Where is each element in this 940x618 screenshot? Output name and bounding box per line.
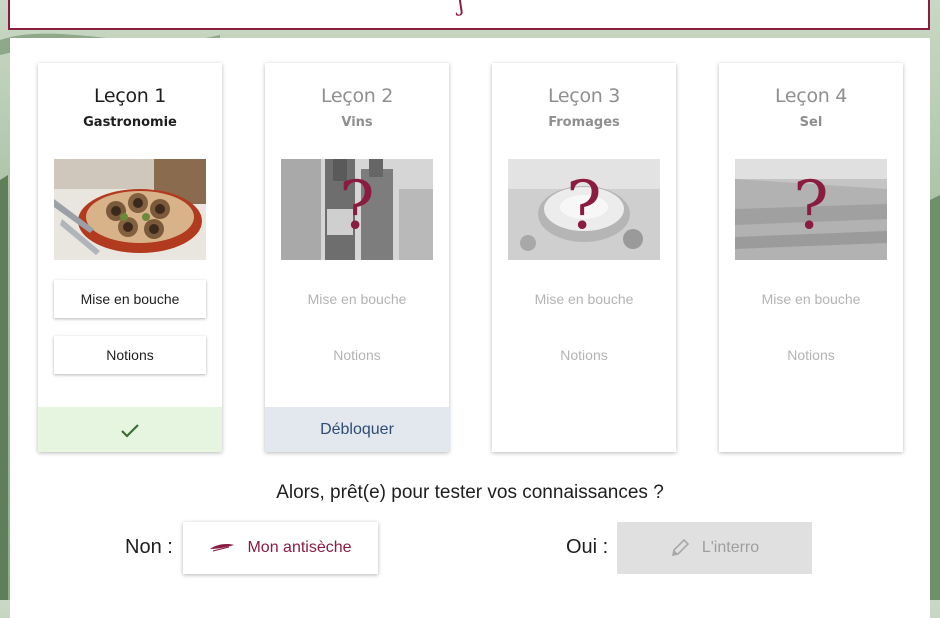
mise-en-bouche-button: Mise en bouche — [735, 280, 887, 318]
lessons-panel: Leçon 1 Gastronomie Mise en bouche Notio… — [10, 38, 930, 618]
lesson-subtitle: Gastronomie — [83, 115, 177, 130]
locked-question-mark: ? — [339, 167, 375, 244]
banner-logo-fragment: ʃ — [458, 0, 464, 17]
lesson-subtitle: Fromages — [548, 115, 620, 130]
lesson-image-wine-locked: ? — [281, 159, 433, 260]
lesson-card-4: Leçon 4 Sel ? Mise en bouche Notions — [719, 63, 903, 452]
no-label: Non : — [125, 536, 173, 558]
check-icon — [121, 423, 139, 438]
lesson-title: Leçon 4 — [774, 85, 848, 107]
pencil-icon — [671, 538, 689, 557]
lesson-subtitle: Sel — [799, 115, 823, 130]
lesson-image-escargots — [54, 159, 206, 260]
cheat-sheet-label: Mon antisèche — [247, 539, 352, 556]
lesson-title: Leçon 2 — [320, 85, 394, 107]
notions-button: Notions — [281, 336, 433, 374]
lesson-title: Leçon 3 — [547, 85, 621, 107]
mise-en-bouche-button: Mise en bouche — [281, 280, 433, 318]
quill-icon — [210, 544, 235, 552]
notions-button: Notions — [735, 336, 887, 374]
locked-question-mark: ? — [566, 167, 602, 244]
lesson-card-1: Leçon 1 Gastronomie Mise en bouche Notio… — [38, 63, 222, 452]
notions-button: Notions — [508, 336, 660, 374]
unlock-button[interactable]: Débloquer — [265, 407, 449, 452]
quiz-button: L'interro — [617, 522, 812, 574]
lesson-card-2: Leçon 2 Vins ? Mise en bouche Notions Dé… — [265, 63, 449, 452]
yes-label: Oui : — [566, 536, 609, 558]
locked-question-mark: ? — [793, 167, 829, 244]
top-banner: ʃ — [8, 0, 930, 30]
lesson-image-salt-locked: ? — [735, 159, 887, 260]
quiz-question: Alors, prêt(e) pour tester vos connaissa… — [276, 482, 664, 503]
mise-en-bouche-button: Mise en bouche — [508, 280, 660, 318]
lesson-card-3: Leçon 3 Fromages ? Mise en bouche Notion… — [492, 63, 676, 452]
lesson-completed-footer — [38, 407, 222, 452]
quiz-button-label: L'interro — [701, 539, 760, 556]
cheat-sheet-button[interactable]: Mon antisèche — [183, 522, 378, 574]
lesson-title: Leçon 1 — [93, 85, 167, 107]
notions-button[interactable]: Notions — [54, 336, 206, 374]
mise-en-bouche-button[interactable]: Mise en bouche — [54, 280, 206, 318]
lesson-image-cheese-locked: ? — [508, 159, 660, 260]
lesson-subtitle: Vins — [341, 115, 373, 130]
